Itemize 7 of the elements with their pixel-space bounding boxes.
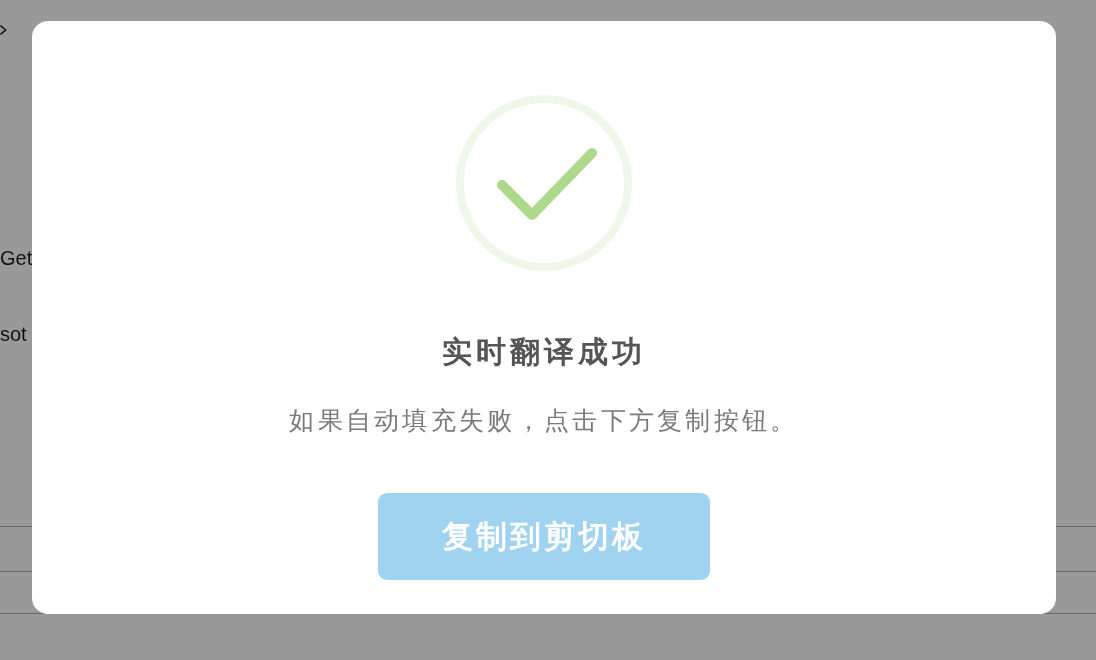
dialog-message: 如果自动填充失败，点击下方复制按钮。 [289, 405, 799, 436]
dialog-title: 实时翻译成功 [442, 334, 646, 370]
copy-to-clipboard-button[interactable]: 复制到剪切板 [378, 493, 710, 580]
chevron-right-icon[interactable] [0, 24, 7, 36]
page-text: Get [0, 246, 33, 270]
page-text: sot [0, 322, 27, 346]
checkmark-circle-icon [456, 95, 632, 271]
